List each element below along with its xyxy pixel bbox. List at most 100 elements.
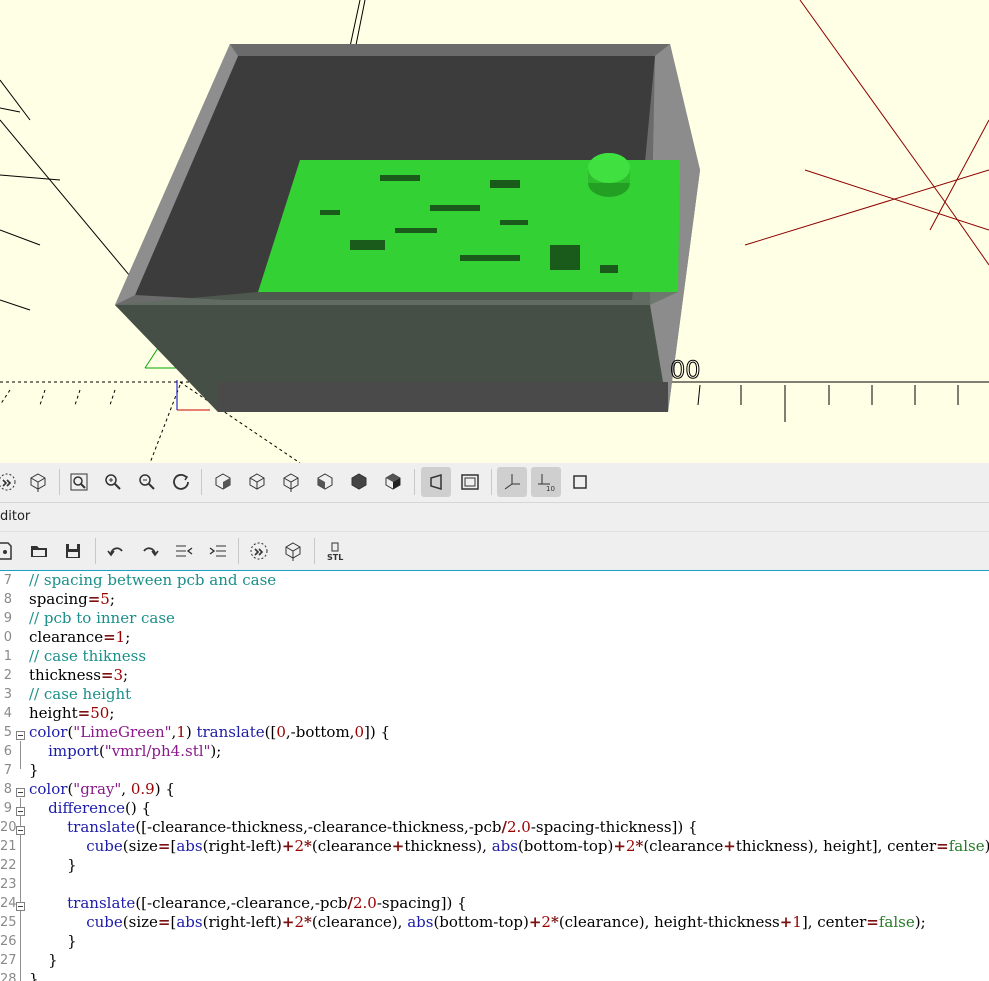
preview-icon[interactable] [0, 467, 22, 497]
line-number: 23 [0, 877, 17, 892]
line-number: 2 [3, 668, 12, 683]
show-edges-icon[interactable] [565, 467, 595, 497]
code-text: // case thikness [29, 647, 147, 665]
axis-scale-label: 00 [670, 356, 701, 384]
code-line[interactable]: 4 height=50; [0, 704, 989, 723]
redo-icon[interactable] [135, 536, 165, 566]
line-number: 24 [0, 896, 17, 911]
preview-icon[interactable] [244, 536, 274, 566]
line-number: 20 [0, 820, 17, 835]
code-line[interactable]: 27 } [0, 951, 989, 970]
editor-toolbar: STL [0, 532, 989, 571]
code-line[interactable]: 0 clearance=1; [0, 628, 989, 647]
line-number: 26 [0, 934, 17, 949]
perspective-icon[interactable] [421, 467, 451, 497]
line-number: 7 [3, 573, 12, 588]
code-line[interactable]: 20 translate([-clearance-thickness,-clea… [0, 818, 989, 837]
line-number: 25 [0, 915, 17, 930]
code-line[interactable]: 2 thickness=3; [0, 666, 989, 685]
code-text: cube(size=[abs(right-left)+2*(clearance+… [86, 837, 989, 855]
code-text: } [29, 951, 58, 969]
code-line[interactable]: 9 // pcb to inner case [0, 609, 989, 628]
code-text: // case height [29, 685, 132, 703]
editor-title-label: ditor [0, 509, 31, 524]
view-back-icon[interactable] [378, 467, 408, 497]
code-line[interactable]: 23 [0, 875, 989, 894]
code-line[interactable]: 9 difference() { [0, 799, 989, 818]
view-bottom-icon[interactable] [276, 467, 306, 497]
line-number: 8 [3, 592, 12, 607]
code-line[interactable]: 7} [0, 761, 989, 780]
code-line[interactable]: 8 color("gray", 0.9) { [0, 780, 989, 799]
export-stl-icon[interactable]: STL [321, 536, 351, 566]
view-all-icon[interactable] [64, 467, 94, 497]
new-file-icon[interactable] [0, 536, 20, 566]
unindent-icon[interactable] [169, 536, 199, 566]
code-line[interactable]: 7 // spacing between pcb and case [0, 571, 989, 590]
zoom-out-icon[interactable] [132, 467, 162, 497]
line-number: 27 [0, 953, 17, 968]
code-line[interactable]: 28} [0, 970, 989, 981]
line-number: 9 [3, 801, 12, 816]
code-text: height=50; [29, 704, 115, 722]
code-text: difference() { [48, 799, 152, 817]
line-number: 28 [0, 972, 17, 981]
code-text: // spacing between pcb and case [29, 571, 277, 589]
code-line[interactable]: 8 spacing=5; [0, 590, 989, 609]
code-line[interactable]: 21 cube(size=[abs(right-left)+2*(clearan… [0, 837, 989, 856]
render-icon[interactable] [23, 467, 53, 497]
view-front-icon[interactable] [344, 467, 374, 497]
indent-icon[interactable] [203, 536, 233, 566]
open-file-icon[interactable] [24, 536, 54, 566]
code-text: clearance=1; [29, 628, 131, 646]
view-top-icon[interactable] [242, 467, 272, 497]
line-number: 0 [3, 630, 12, 645]
line-number: 4 [3, 706, 12, 721]
code-line[interactable]: 3 // case height [0, 685, 989, 704]
fold-marker[interactable] [16, 731, 25, 740]
line-number: 6 [3, 744, 12, 759]
code-line[interactable]: 22 } [0, 856, 989, 875]
show-scale-markers-icon[interactable]: 10 [531, 467, 561, 497]
code-text: } [29, 970, 39, 981]
code-text: // pcb to inner case [29, 609, 175, 627]
code-text: thickness=3; [29, 666, 129, 684]
svg-text:10: 10 [546, 485, 555, 492]
line-number: 8 [3, 782, 12, 797]
code-line[interactable]: 25 cube(size=[abs(right-left)+2*(clearan… [0, 913, 989, 932]
line-number: 21 [0, 839, 17, 854]
save-file-icon[interactable] [58, 536, 88, 566]
orthogonal-icon[interactable] [455, 467, 485, 497]
code-line[interactable]: 24 translate([-clearance,-clearance,-pcb… [0, 894, 989, 913]
undo-icon[interactable] [101, 536, 131, 566]
code-text: translate([-clearance-thickness,-clearan… [67, 818, 698, 836]
render-icon[interactable] [278, 536, 308, 566]
line-number: 9 [3, 611, 12, 626]
code-line[interactable]: 26 } [0, 932, 989, 951]
code-text: color("gray", 0.9) { [29, 780, 175, 798]
view-left-icon[interactable] [310, 467, 340, 497]
fold-marker[interactable] [16, 807, 25, 816]
zoom-in-icon[interactable] [98, 467, 128, 497]
show-axes-icon[interactable] [497, 467, 527, 497]
code-text: } [29, 761, 39, 779]
view-right-icon[interactable] [208, 467, 238, 497]
line-number: 22 [0, 858, 17, 873]
reset-view-icon[interactable] [166, 467, 196, 497]
scene-render: 00 [0, 0, 989, 463]
stl-label: STL [327, 553, 343, 561]
code-text: spacing=5; [29, 590, 115, 608]
fold-marker[interactable] [16, 788, 25, 797]
code-text: color("LimeGreen",1) translate([0,-botto… [29, 723, 391, 741]
code-text: } [29, 932, 77, 950]
line-number: 5 [3, 725, 12, 740]
code-line[interactable]: 5 color("LimeGreen",1) translate([0,-bott… [0, 723, 989, 742]
code-text: import("vmrl/ph4.stl"); [48, 742, 222, 760]
code-line[interactable]: 6 import("vmrl/ph4.stl"); [0, 742, 989, 761]
code-editor[interactable]: 7 // spacing between pcb and case 8 spacing… [0, 571, 989, 981]
fold-marker[interactable] [16, 902, 25, 911]
code-line[interactable]: 1 // case thikness [0, 647, 989, 666]
code-text: cube(size=[abs(right-left)+2*(clearance)… [86, 913, 926, 931]
3d-viewport[interactable]: 00 [0, 0, 989, 463]
fold-marker[interactable] [16, 826, 25, 835]
